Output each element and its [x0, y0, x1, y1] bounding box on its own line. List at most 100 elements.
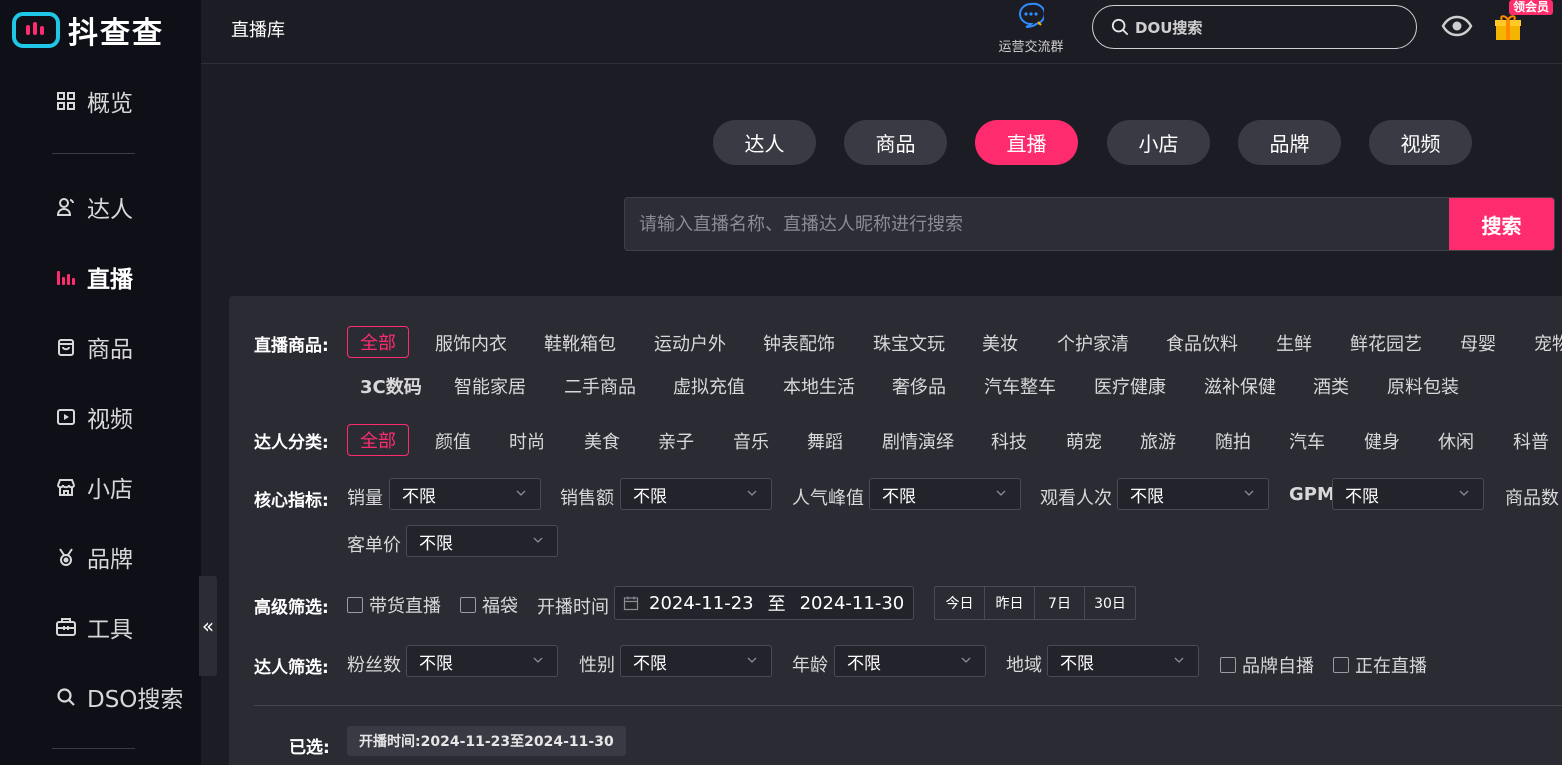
sidebar-item-label: 工具	[87, 617, 133, 643]
quick-date-today[interactable]: 今日	[935, 587, 985, 619]
fans-count-select[interactable]: 不限	[406, 645, 558, 677]
goods-chip[interactable]: 母婴	[1460, 330, 1496, 356]
date-range-picker[interactable]: 2024-11-23 至 2024-11-30	[614, 586, 914, 620]
chevron-down-icon	[1459, 490, 1469, 496]
goods-chip[interactable]: 二手商品	[564, 373, 636, 399]
tab-video[interactable]: 视频	[1369, 120, 1472, 165]
goods-chip[interactable]: 服饰内衣	[435, 330, 507, 356]
goods-chip[interactable]: 鲜花园艺	[1350, 330, 1422, 356]
search-button[interactable]: 搜索	[1449, 198, 1554, 250]
gpm-select[interactable]: 不限	[1332, 478, 1484, 510]
gift-icon[interactable]	[1493, 12, 1523, 42]
sidebar-item-label: 商品	[87, 337, 133, 363]
talent-chip[interactable]: 随拍	[1215, 428, 1251, 454]
goods-chip[interactable]: 食品饮料	[1166, 330, 1238, 356]
goods-chip[interactable]: 智能家居	[454, 373, 526, 399]
goods-chip[interactable]: 生鲜	[1276, 330, 1312, 356]
gender-select[interactable]: 不限	[620, 645, 772, 677]
talent-chip-all[interactable]: 全部	[347, 424, 409, 456]
eye-icon[interactable]	[1441, 14, 1473, 38]
selected-filter-tag[interactable]: 开播时间:2024-11-23至2024-11-30	[347, 726, 626, 756]
select-value: 不限	[1345, 486, 1379, 507]
age-select[interactable]: 不限	[834, 645, 986, 677]
brand-self-live-checkbox[interactable]: 品牌自播	[1220, 652, 1314, 678]
logo[interactable]: 抖查查	[12, 10, 164, 51]
sidebar-item-video[interactable]: 视频	[55, 397, 133, 437]
filter-panel: 直播商品: 全部 服饰内衣 鞋靴箱包 运动户外 钟表配饰 珠宝文玩 美妆 个护家…	[229, 296, 1562, 765]
talent-chip[interactable]: 时尚	[509, 428, 545, 454]
tab-store[interactable]: 小店	[1107, 120, 1210, 165]
tab-brand[interactable]: 品牌	[1238, 120, 1341, 165]
lucky-bag-checkbox[interactable]: 福袋	[460, 592, 518, 618]
tab-goods[interactable]: 商品	[844, 120, 947, 165]
talent-chip[interactable]: 萌宠	[1066, 428, 1102, 454]
talent-chip[interactable]: 舞蹈	[807, 428, 843, 454]
sidebar-item-overview[interactable]: 概览	[55, 81, 133, 121]
logo-icon	[12, 12, 60, 48]
talent-chip[interactable]: 亲子	[658, 428, 694, 454]
views-label: 观看人次	[1040, 488, 1112, 509]
quick-date-yesterday[interactable]: 昨日	[985, 587, 1035, 619]
talent-chip[interactable]: 美食	[584, 428, 620, 454]
goods-chip[interactable]: 滋补保健	[1204, 373, 1276, 399]
checkbox-box	[1333, 657, 1349, 673]
goods-chip[interactable]: 奢侈品	[892, 373, 946, 399]
talent-chip[interactable]: 旅游	[1140, 428, 1176, 454]
calendar-icon	[623, 596, 639, 611]
goods-chip[interactable]: 鞋靴箱包	[544, 330, 616, 356]
views-select[interactable]: 不限	[1117, 478, 1269, 510]
goods-chip[interactable]: 酒类	[1313, 373, 1349, 399]
talent-chip[interactable]: 汽车	[1289, 428, 1325, 454]
sidebar-item-store[interactable]: 小店	[55, 467, 133, 507]
sales-volume-select[interactable]: 不限	[389, 478, 541, 510]
goods-chip[interactable]: 珠宝文玩	[873, 330, 945, 356]
goods-chip[interactable]: 汽车整车	[984, 373, 1056, 399]
goods-chip[interactable]: 医疗健康	[1094, 373, 1166, 399]
select-value: 不限	[1060, 653, 1094, 674]
sales-amount-label: 销售额	[560, 488, 614, 509]
goods-chip[interactable]: 原料包装	[1387, 373, 1459, 399]
goods-chip[interactable]: 个护家清	[1057, 330, 1129, 356]
talent-chip[interactable]: 颜值	[435, 428, 471, 454]
dou-search-input[interactable]: DOU搜索	[1092, 5, 1417, 49]
peak-popularity-select[interactable]: 不限	[869, 478, 1021, 510]
quick-date-group: 今日 昨日 7日 30日	[934, 586, 1136, 620]
tab-live[interactable]: 直播	[975, 120, 1078, 165]
talent-chip[interactable]: 科技	[991, 428, 1027, 454]
sidebar-collapse-button[interactable]: «	[199, 576, 217, 676]
quick-date-30d[interactable]: 30日	[1085, 587, 1135, 619]
sidebar-item-dso-search[interactable]: DSO搜索	[55, 677, 183, 717]
sidebar-item-brand[interactable]: 品牌	[55, 537, 133, 577]
live-search-input[interactable]	[625, 198, 1449, 250]
sidebar-item-talent[interactable]: 达人	[55, 187, 133, 227]
sidebar-item-live[interactable]: 直播	[55, 257, 133, 297]
region-select[interactable]: 不限	[1047, 645, 1199, 677]
goods-chip[interactable]: 本地生活	[783, 373, 855, 399]
goods-chip[interactable]: 钟表配饰	[763, 330, 835, 356]
sidebar: 抖查查 概览 达人 直播 商品 视频 小店 品牌 工具 DSO搜索	[0, 0, 201, 765]
sidebar-item-tools[interactable]: 工具	[55, 607, 133, 647]
ops-group-link[interactable]: 运营交流群	[991, 2, 1071, 55]
goods-chip[interactable]: 美妆	[982, 330, 1018, 356]
goods-chip[interactable]: 3C数码	[360, 373, 422, 399]
live-now-checkbox[interactable]: 正在直播	[1333, 652, 1427, 678]
avg-order-select[interactable]: 不限	[406, 525, 558, 557]
sidebar-item-goods[interactable]: 商品	[55, 327, 133, 367]
talent-chip[interactable]: 剧情演绎	[882, 428, 954, 454]
talent-chip[interactable]: 休闲	[1438, 428, 1474, 454]
select-value: 不限	[1130, 486, 1164, 507]
sales-amount-select[interactable]: 不限	[620, 478, 772, 510]
talent-chip[interactable]: 科普	[1513, 428, 1549, 454]
vip-badge[interactable]: 领会员	[1509, 0, 1554, 15]
talent-chip[interactable]: 音乐	[733, 428, 769, 454]
date-separator: 至	[767, 594, 786, 615]
tab-talent[interactable]: 达人	[713, 120, 816, 165]
goods-chip[interactable]: 运动户外	[654, 330, 726, 356]
goods-chip[interactable]: 宠物	[1534, 330, 1562, 356]
goods-chip[interactable]: 虚拟充值	[673, 373, 745, 399]
talent-chip[interactable]: 健身	[1364, 428, 1400, 454]
goods-chip-all[interactable]: 全部	[347, 326, 409, 358]
chevron-down-icon	[961, 657, 971, 663]
quick-date-7d[interactable]: 7日	[1035, 587, 1085, 619]
live-goods-checkbox[interactable]: 带货直播	[347, 592, 441, 618]
